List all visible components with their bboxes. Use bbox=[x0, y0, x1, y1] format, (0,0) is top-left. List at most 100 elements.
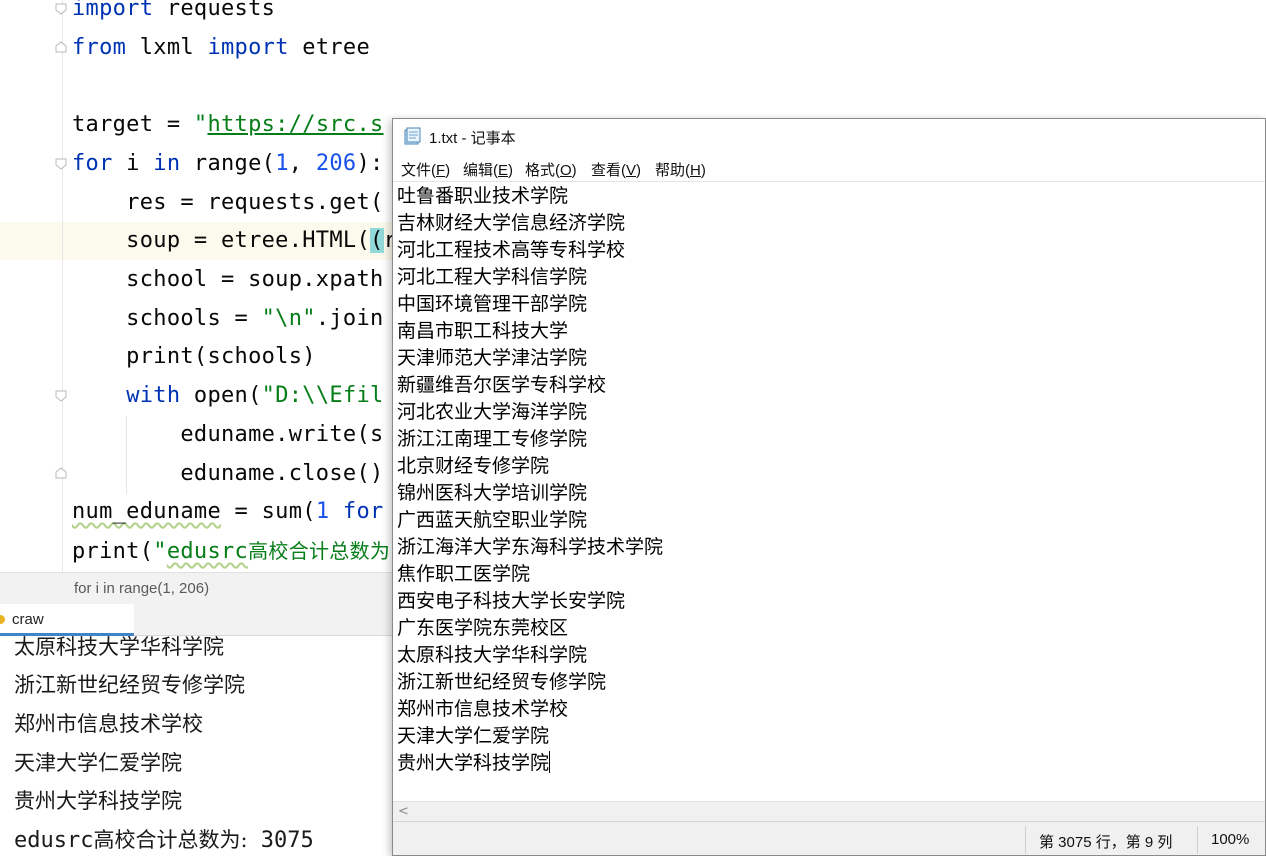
horizontal-scrollbar[interactable]: < bbox=[393, 801, 1265, 821]
text-line: 新疆维吾尔医学专科学校 bbox=[397, 372, 606, 399]
code-token: for bbox=[72, 151, 113, 176]
code-line: res = requests.get( bbox=[72, 184, 384, 222]
notepad-status-bar: 第 3075 行，第 9 列 100% bbox=[393, 821, 1265, 855]
text-line: 天津师范大学津沽学院 bbox=[397, 345, 587, 372]
console-line: 浙江新世纪经贸专修学院 bbox=[14, 673, 245, 697]
gutter-divider bbox=[62, 0, 63, 572]
text-line-content: 郑州市信息技术学校 bbox=[397, 698, 569, 720]
code-token: https://src.s bbox=[207, 112, 384, 137]
code-line: print("edusrc高校合计总数为 bbox=[72, 532, 390, 570]
code-token: , bbox=[288, 151, 316, 176]
text-line: 广西蓝天航空职业学院 bbox=[397, 507, 587, 534]
text-line-content: 西安电子科技大学长安学院 bbox=[397, 590, 626, 612]
text-line-content: 河北工程技术高等专科学校 bbox=[397, 239, 626, 261]
fold-end-marker-icon[interactable] bbox=[54, 466, 68, 480]
text-line: 南昌市职工科技大学 bbox=[397, 318, 568, 345]
code-token: import bbox=[207, 35, 289, 60]
console-line: 贵州大学科技学院 bbox=[14, 789, 182, 813]
text-line: 锦州医科大学培训学院 bbox=[397, 480, 587, 507]
code-token: res = requests.get( bbox=[72, 190, 384, 215]
text-line: 中国环境管理干部学院 bbox=[397, 291, 587, 318]
menu-format[interactable]: 格式(O) bbox=[525, 159, 577, 180]
code-token: ): bbox=[356, 151, 384, 176]
code-token: import bbox=[72, 0, 154, 21]
text-line: 吉林财经大学信息经济学院 bbox=[397, 210, 625, 237]
text-line: 河北农业大学海洋学院 bbox=[397, 399, 587, 426]
status-separator bbox=[1197, 826, 1198, 854]
code-token: with bbox=[126, 383, 181, 408]
text-line: 天津大学仁爱学院 bbox=[397, 723, 549, 750]
code-line: for i in range(1, 206): bbox=[72, 145, 384, 183]
code-line: from lxml import etree bbox=[72, 29, 370, 67]
code-token: soup = etree.HTML( bbox=[72, 228, 370, 253]
text-line: 浙江江南理工专修学院 bbox=[397, 426, 587, 453]
text-line: 太原科技大学华科学院 bbox=[397, 642, 587, 669]
text-line: 焦作职工医学院 bbox=[397, 561, 530, 588]
cursor-position: 第 3075 行，第 9 列 bbox=[1039, 834, 1173, 851]
menu-help[interactable]: 帮助(H) bbox=[655, 159, 706, 180]
text-line: 郑州市信息技术学校 bbox=[397, 696, 568, 723]
text-line: 河北工程大学科信学院 bbox=[397, 264, 587, 291]
text-line-content: 锦州医科大学培训学院 bbox=[397, 482, 588, 504]
text-caret bbox=[549, 751, 551, 773]
code-token: eduname.close() bbox=[72, 461, 384, 486]
notepad-title: 1.txt - 记事本 bbox=[429, 130, 516, 147]
fold-marker-icon[interactable] bbox=[54, 389, 68, 403]
code-token: for bbox=[342, 499, 384, 524]
menu-edit[interactable]: 编辑(E) bbox=[463, 159, 513, 180]
text-line: 贵州大学科技学院 bbox=[397, 750, 551, 777]
code-token: in bbox=[153, 151, 181, 176]
code-token: print(schools) bbox=[72, 344, 316, 369]
fold-marker-icon[interactable] bbox=[54, 157, 68, 171]
code-token: ( bbox=[370, 228, 384, 253]
code-token: i bbox=[112, 151, 154, 176]
text-line-content: 天津大学仁爱学院 bbox=[397, 725, 550, 747]
code-line: target = "https://src.s bbox=[72, 106, 384, 144]
text-line-content: 河北工程大学科信学院 bbox=[397, 266, 588, 288]
text-line-content: 浙江新世纪经贸专修学院 bbox=[397, 671, 607, 693]
console-line: 郑州市信息技术学校 bbox=[14, 712, 203, 736]
menu-file[interactable]: 文件(F) bbox=[401, 159, 450, 180]
menu-view[interactable]: 查看(V) bbox=[591, 159, 641, 180]
text-line-content: 南昌市职工科技大学 bbox=[397, 320, 569, 342]
text-line-content: 广东医学院东莞校区 bbox=[397, 617, 569, 639]
code-token: eduname.write(s bbox=[72, 422, 384, 447]
text-line-content: 太原科技大学华科学院 bbox=[397, 644, 588, 666]
breadcrumb-label[interactable]: for i in range(1, 206) bbox=[74, 580, 209, 597]
code-token: from bbox=[72, 35, 127, 60]
text-line-content: 中国环境管理干部学院 bbox=[397, 293, 588, 315]
code-token: " bbox=[153, 539, 167, 564]
code-token: target = bbox=[72, 112, 194, 137]
code-line: with open("D:\\Efil bbox=[72, 377, 384, 415]
console-total-line: edusrc高校合计总数为: 3075 bbox=[14, 828, 314, 853]
notepad-text-area[interactable]: 吐鲁番职业技术学院吉林财经大学信息经济学院 河北工程技术高等专科学校 河北工程大学科… bbox=[393, 181, 1265, 801]
code-token: = sum( bbox=[221, 499, 316, 524]
code-token: "D:\\Efil bbox=[261, 383, 384, 408]
code-line: print(schools) bbox=[72, 338, 316, 376]
code-token: 1 bbox=[315, 499, 330, 524]
text-line: 浙江新世纪经贸专修学院 bbox=[397, 669, 606, 696]
fold-marker-icon[interactable] bbox=[54, 2, 68, 16]
notepad-title-bar[interactable]: 1.txt - 记事本 bbox=[393, 119, 1265, 153]
code-line: eduname.write(s bbox=[72, 416, 384, 454]
scroll-left-icon[interactable]: < bbox=[398, 804, 409, 819]
fold-end-marker-icon[interactable] bbox=[54, 40, 68, 54]
text-line-content: 吐鲁番职业技术学院 bbox=[397, 185, 569, 207]
text-line: 北京财经专修学院 bbox=[397, 453, 549, 480]
text-line: 吐鲁番职业技术学院 bbox=[397, 183, 568, 210]
code-token: lxml bbox=[126, 35, 208, 60]
code-token: num_eduname bbox=[72, 499, 221, 524]
code-token: print( bbox=[72, 539, 154, 564]
code-line: eduname.close() bbox=[72, 455, 384, 493]
code-token: 206 bbox=[315, 151, 357, 176]
text-line: 浙江海洋大学东海科学技术学院 bbox=[397, 534, 663, 561]
notepad-window[interactable]: 1.txt - 记事本 文件(F) 编辑(E) 格式(O) 查看(V) 帮助(H… bbox=[392, 118, 1266, 856]
text-line: 河北工程技术高等专科学校 bbox=[397, 237, 625, 264]
text-line: 西安电子科技大学长安学院 bbox=[397, 588, 625, 615]
code-token: edusrc bbox=[166, 539, 249, 564]
text-line-content: 北京财经专修学院 bbox=[397, 455, 550, 477]
console-line: 太原科技大学华科学院 bbox=[14, 635, 224, 659]
code-token: 1 bbox=[275, 151, 289, 176]
code-token: requests bbox=[153, 0, 276, 21]
